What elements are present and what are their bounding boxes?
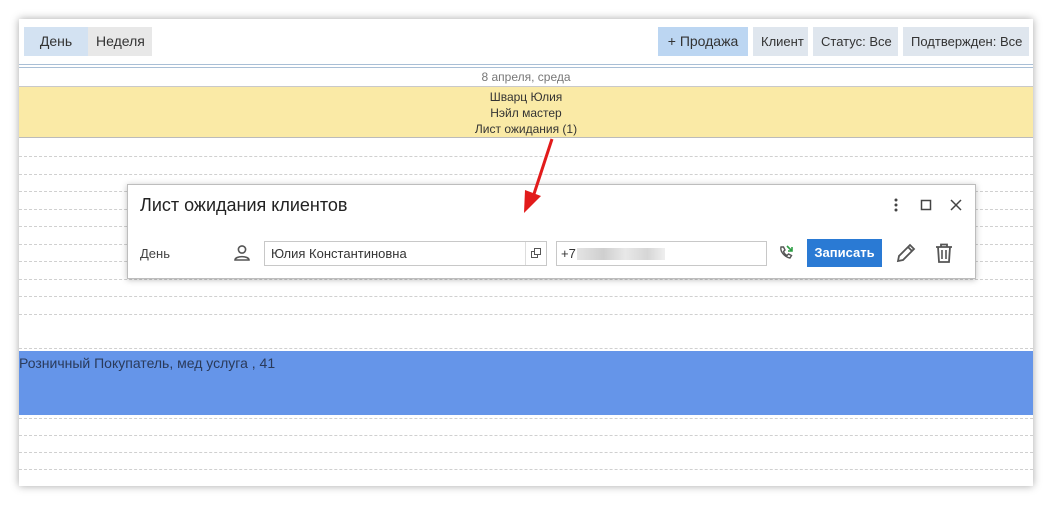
client-filter-button[interactable]: Клиент bbox=[753, 27, 808, 56]
submit-button[interactable]: Записать bbox=[807, 239, 882, 267]
time-slot-line bbox=[19, 174, 1033, 175]
status-filter-button[interactable]: Статус: Все bbox=[813, 27, 898, 56]
dialog-title: Лист ожидания клиентов bbox=[140, 195, 348, 215]
day-label: День bbox=[140, 246, 170, 261]
master-column-header[interactable]: Шварц Юлия Нэйл мастер Лист ожидания (1) bbox=[19, 86, 1033, 138]
booking-block[interactable]: Розничный Покупатель, мед услуга , 41 bbox=[19, 351, 1033, 415]
time-slot-line bbox=[19, 156, 1033, 157]
add-sale-button[interactable]: + Продажа bbox=[658, 27, 748, 56]
waitlist-link[interactable]: Лист ожидания (1) bbox=[19, 121, 1033, 137]
phone-input[interactable]: +7 bbox=[556, 241, 767, 266]
toolbar: День Неделя + Продажа Клиент Статус: Все… bbox=[19, 19, 1033, 65]
phone-prefix: +7 bbox=[561, 246, 576, 261]
day-view-button[interactable]: День bbox=[24, 27, 88, 56]
time-slot-line bbox=[19, 435, 1033, 436]
phone-blurred bbox=[577, 248, 665, 260]
booking-text: Розничный Покупатель, мед услуга , 41 bbox=[19, 355, 276, 371]
time-slot-line bbox=[19, 296, 1033, 297]
confirmed-filter-button[interactable]: Подтвержден: Все bbox=[903, 27, 1029, 56]
toolbar-divider bbox=[19, 64, 1033, 65]
time-slot-line bbox=[19, 348, 1033, 349]
trash-icon[interactable] bbox=[932, 241, 956, 265]
person-icon bbox=[232, 243, 252, 263]
master-role: Нэйл мастер bbox=[490, 106, 562, 120]
close-icon[interactable] bbox=[948, 195, 964, 215]
pencil-icon[interactable] bbox=[894, 241, 918, 265]
time-slot-line bbox=[19, 452, 1033, 453]
week-view-button[interactable]: Неделя bbox=[88, 27, 152, 56]
more-vert-icon[interactable] bbox=[888, 195, 904, 215]
master-name: Шварц Юлия bbox=[489, 90, 563, 104]
waitlist-dialog: Лист ожидания клиентов День Юлия Констан… bbox=[127, 184, 976, 279]
time-slot-line bbox=[19, 279, 1033, 280]
date-header: 8 апреля, среда bbox=[481, 70, 571, 84]
maximize-icon[interactable] bbox=[918, 195, 934, 215]
time-slot-line bbox=[19, 469, 1033, 470]
time-slot-line bbox=[19, 418, 1033, 419]
open-window-icon[interactable] bbox=[525, 242, 547, 265]
phone-callback-icon[interactable] bbox=[776, 243, 796, 263]
client-input[interactable]: Юлия Константиновна bbox=[264, 241, 547, 266]
time-slot-line bbox=[19, 314, 1033, 315]
